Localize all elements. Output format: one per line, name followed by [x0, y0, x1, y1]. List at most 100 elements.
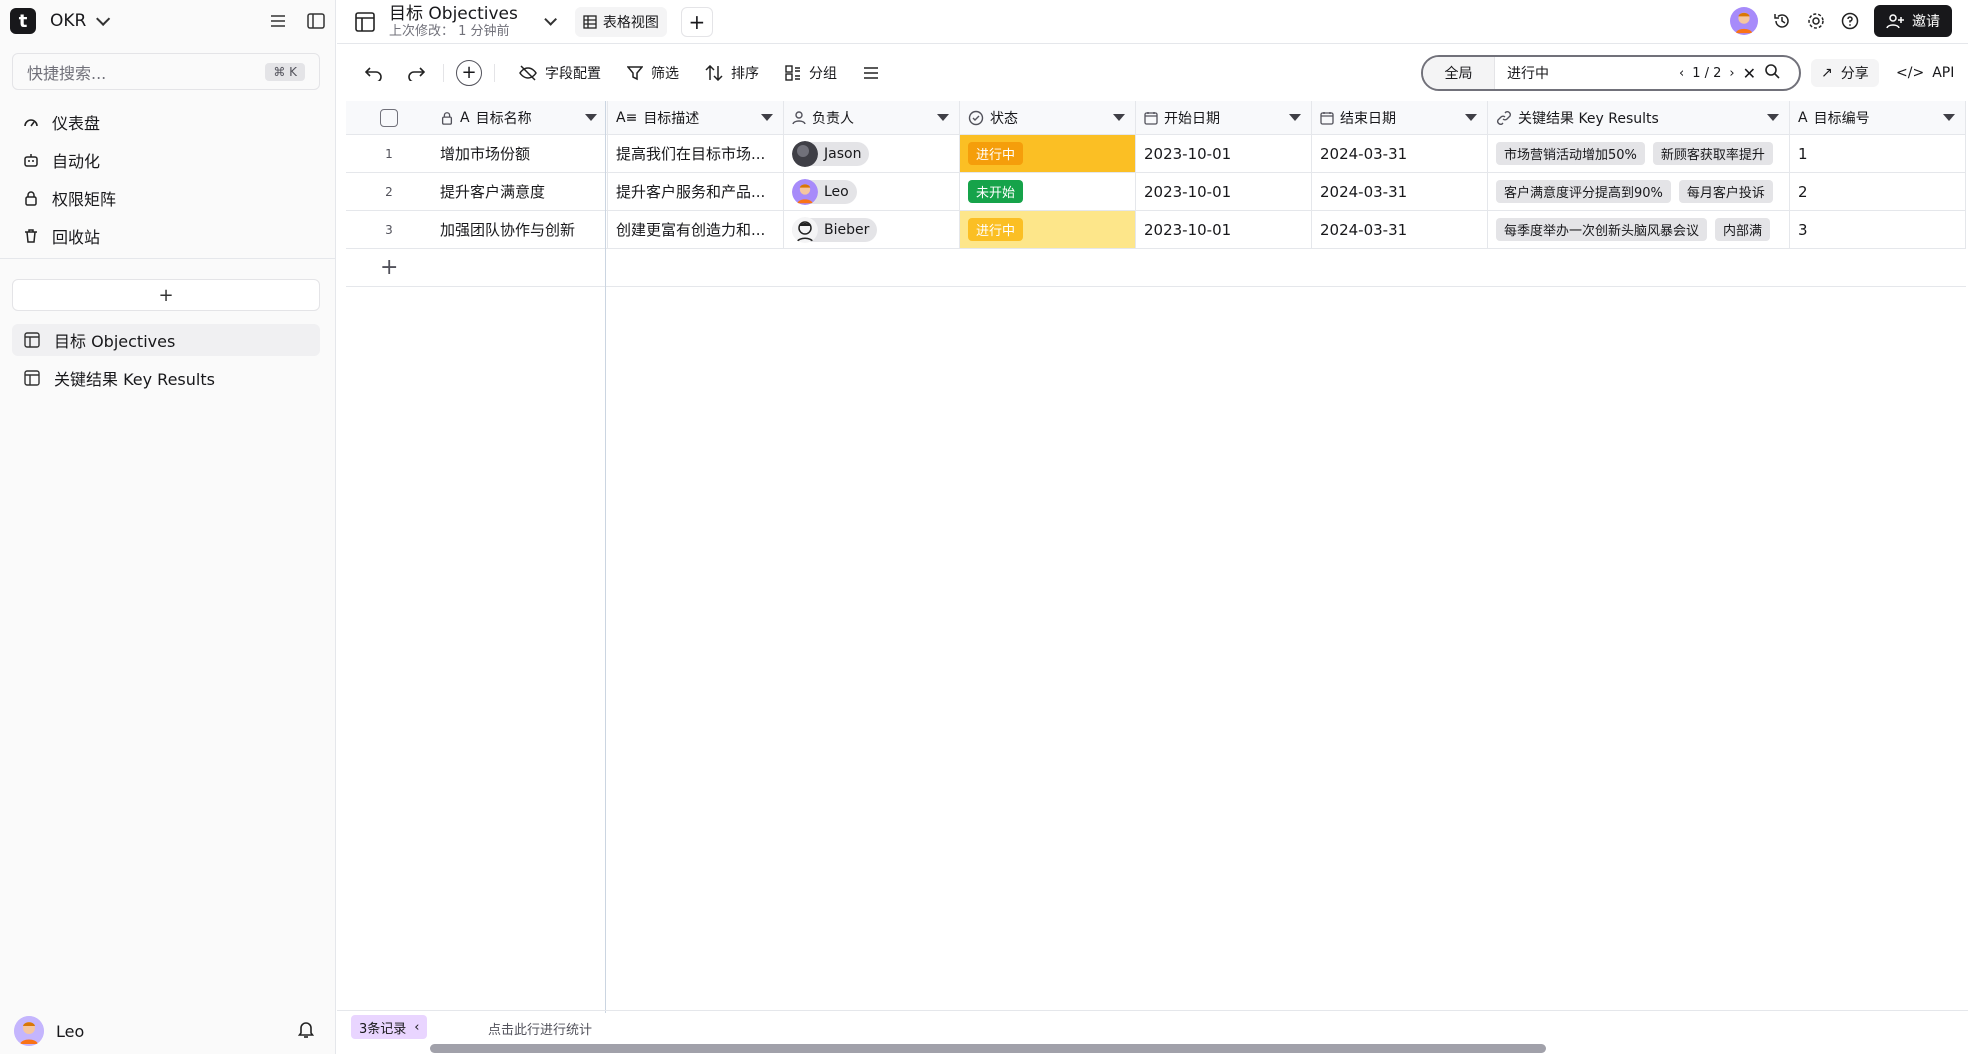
column-header-start-date[interactable]: 开始日期 — [1136, 101, 1312, 134]
status-badge: 进行中 — [968, 218, 1024, 241]
chevron-down-icon[interactable] — [1465, 114, 1477, 121]
cell-description[interactable]: 提高我们在目标市场... — [608, 135, 784, 172]
cell-code[interactable]: 2 — [1790, 173, 1966, 210]
sidebar-item-objectives[interactable]: 目标 Objectives — [12, 324, 320, 356]
tab-grid-view[interactable]: 表格视图 — [574, 6, 667, 37]
avatar[interactable] — [1730, 7, 1758, 35]
sidebar-item-key-results[interactable]: 关键结果 Key Results — [12, 362, 320, 394]
table-row[interactable]: 3 加强团队协作与创新 创建更富有创造力和... Bieber 进行中 2023… — [346, 211, 1966, 249]
record-count: 3条记录 — [359, 1021, 407, 1037]
column-header-name[interactable]: A 目标名称 — [432, 101, 608, 134]
bell-icon[interactable] — [296, 1019, 316, 1043]
app-logo[interactable]: t — [10, 8, 36, 34]
chevron-down-icon[interactable] — [96, 11, 111, 26]
cell-end-date[interactable]: 2024-03-31 — [1312, 211, 1488, 248]
filter-button[interactable]: 筛选 — [621, 58, 685, 88]
search-icon[interactable] — [1764, 63, 1780, 83]
statistics-hint[interactable]: 点击此行进行统计 — [488, 1019, 592, 1038]
cell-start-date[interactable]: 2023-10-01 — [1136, 135, 1312, 172]
cell-key-results[interactable]: 客户满意度评分提高到90% 每月客户投诉 — [1488, 173, 1790, 210]
quick-search-input[interactable]: 快捷搜索... ⌘ K — [12, 53, 320, 90]
cell-name[interactable]: 增加市场份额 — [432, 135, 608, 172]
share-label: 分享 — [1840, 66, 1869, 82]
cell-end-date[interactable]: 2024-03-31 — [1312, 135, 1488, 172]
cell-description[interactable]: 创建更富有创造力和... — [608, 211, 784, 248]
menu-icon[interactable] — [268, 11, 288, 31]
redo-button[interactable] — [401, 58, 431, 88]
chevron-down-icon[interactable] — [544, 13, 557, 26]
column-label: 目标描述 — [643, 110, 700, 127]
lock-icon — [22, 189, 40, 207]
cell-code[interactable]: 1 — [1790, 135, 1966, 172]
column-header-owner[interactable]: 负责人 — [784, 101, 960, 134]
column-label: 状态 — [990, 110, 1018, 127]
avatar[interactable] — [14, 1016, 44, 1046]
chevron-down-icon[interactable] — [1767, 114, 1779, 121]
cell-start-date[interactable]: 2023-10-01 — [1136, 173, 1312, 210]
sidebar-item-trash[interactable]: 回收站 — [12, 217, 320, 255]
chevron-down-icon[interactable] — [1943, 114, 1955, 121]
avatar — [792, 140, 818, 167]
cell-code[interactable]: 3 — [1790, 211, 1966, 248]
cell-key-results[interactable]: 市场营销活动增加50% 新顾客获取率提升 — [1488, 135, 1790, 172]
table-row[interactable]: 2 提升客户满意度 提升客户服务和产品... Leo 未开始 2023-10-0… — [346, 173, 1966, 211]
column-header-status[interactable]: 状态 — [960, 101, 1136, 134]
column-label: 负责人 — [812, 110, 854, 127]
history-icon[interactable] — [1772, 11, 1792, 31]
sidebar-item-automation[interactable]: 自动化 — [12, 141, 320, 179]
cell-owner[interactable]: Leo — [784, 173, 960, 210]
cell-status[interactable]: 进行中 — [960, 211, 1136, 248]
add-table-button[interactable]: + — [12, 279, 320, 311]
table-title-block[interactable]: 目标 Objectives 上次修改： 1 分钟前 — [389, 5, 518, 38]
sort-button[interactable]: 排序 — [699, 58, 765, 88]
group-button[interactable]: 分组 — [779, 58, 843, 88]
sidebar-toggle-icon[interactable] — [306, 11, 326, 31]
chevron-down-icon[interactable] — [1289, 114, 1301, 121]
cell-owner[interactable]: Jason — [784, 135, 960, 172]
api-button[interactable]: </> API — [1890, 59, 1960, 87]
cell-name[interactable]: 加强团队协作与创新 — [432, 211, 608, 248]
column-header-code[interactable]: A 目标编号 — [1790, 101, 1966, 134]
record-count-badge[interactable]: 3条记录 ‹ — [351, 1015, 428, 1039]
cell-owner[interactable]: Bieber — [784, 211, 960, 248]
add-record-button[interactable]: + — [456, 59, 482, 86]
cell-status[interactable]: 未开始 — [960, 173, 1136, 210]
column-header-end-date[interactable]: 结束日期 — [1312, 101, 1488, 134]
undo-button[interactable] — [359, 58, 389, 88]
status-badge: 进行中 — [968, 142, 1024, 165]
sidebar-item-dashboard[interactable]: 仪表盘 — [12, 103, 320, 141]
horizontal-scrollbar[interactable] — [430, 1044, 1546, 1053]
table-row[interactable]: 1 增加市场份额 提高我们在目标市场... Jason 进行中 2023-10-… — [346, 135, 1966, 173]
search-scope-toggle[interactable]: 全局 — [1423, 57, 1495, 89]
add-row-button[interactable]: + — [346, 249, 1966, 287]
invite-button[interactable]: 邀请 — [1874, 5, 1952, 37]
cell-name[interactable]: 提升客户满意度 — [432, 173, 608, 210]
help-icon[interactable] — [1840, 11, 1860, 31]
chevron-down-icon[interactable] — [1113, 114, 1125, 121]
select-all-checkbox[interactable] — [380, 108, 398, 127]
space-name[interactable]: OKR — [50, 11, 86, 31]
column-header-description[interactable]: A≡ 目标描述 — [608, 101, 784, 134]
column-label: 目标名称 — [475, 110, 532, 127]
header-actions: 邀请 — [1730, 5, 1952, 37]
chevron-down-icon[interactable] — [761, 114, 773, 121]
cell-description[interactable]: 提升客户服务和产品... — [608, 173, 784, 210]
chevron-right-icon[interactable]: › — [1729, 66, 1734, 81]
add-view-button[interactable]: + — [680, 6, 713, 37]
cell-end-date[interactable]: 2024-03-31 — [1312, 173, 1488, 210]
column-header-key-results[interactable]: 关键结果 Key Results — [1488, 101, 1790, 134]
sidebar-item-permissions[interactable]: 权限矩阵 — [12, 179, 320, 217]
cell-start-date[interactable]: 2023-10-01 — [1136, 211, 1312, 248]
frozen-column-divider[interactable] — [605, 101, 606, 1013]
chevron-down-icon[interactable] — [937, 114, 949, 121]
more-options-button[interactable] — [857, 58, 885, 88]
chevron-down-icon[interactable] — [585, 114, 597, 121]
cell-key-results[interactable]: 每季度举办一次创新头脑风暴会议 内部满 — [1488, 211, 1790, 248]
field-config-button[interactable]: 字段配置 — [513, 58, 607, 88]
share-button[interactable]: ↗ 分享 — [1811, 59, 1879, 87]
gear-icon[interactable] — [1806, 11, 1826, 31]
close-icon[interactable]: ✕ — [1743, 64, 1756, 83]
chevron-left-icon[interactable]: ‹ — [1679, 66, 1684, 81]
search-input[interactable] — [1507, 65, 1667, 81]
cell-status[interactable]: 进行中 — [960, 135, 1136, 172]
